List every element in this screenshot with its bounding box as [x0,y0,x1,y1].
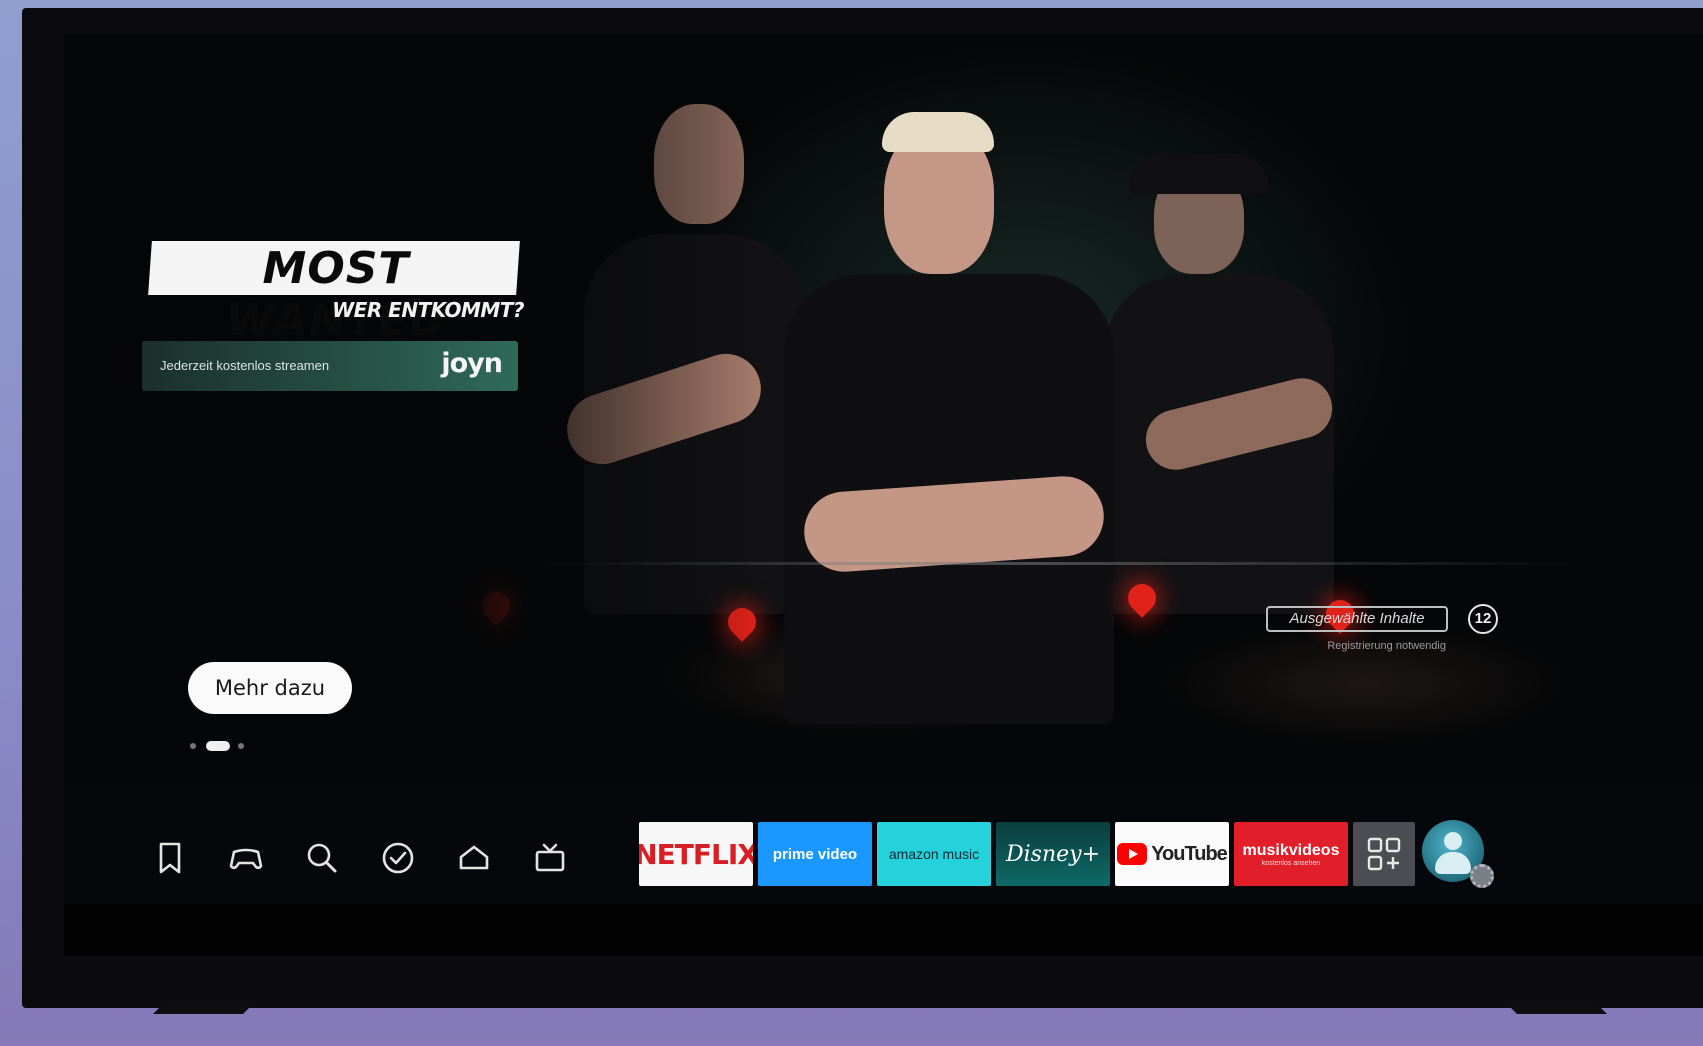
bottom-navigation: NETFLIX prime video amazon music Disney+… [64,784,1703,904]
promo-text: Jederzeit kostenlos streamen [160,358,330,373]
disney-plus-logo: Disney+ [1005,841,1100,867]
tv-icon[interactable] [530,838,570,878]
bookmark-icon[interactable] [150,838,190,878]
app-tile-amazon-music[interactable]: amazon music [877,822,991,886]
app-tile-youtube[interactable]: YouTube [1115,822,1229,886]
more-info-button[interactable]: Mehr dazu [188,662,352,714]
app-tile-musikvideos[interactable]: musikvideos kostenlos ansehen [1234,822,1348,886]
profile-body [1435,852,1471,874]
tv-stand-right [1503,1000,1607,1014]
tv-stand-left [153,1000,257,1014]
youtube-logo: YouTube [1151,842,1228,865]
search-icon[interactable] [302,838,342,878]
featured-content-badge: Ausgewählte Inhalte [1266,606,1448,632]
screen-bottom-strip [64,904,1703,956]
amazon-music-logo: amazon music [888,846,980,862]
registration-note: Registrierung notwendig [1327,640,1446,652]
show-title: MOST WANTED [225,243,447,346]
netflix-logo: NETFLIX [639,837,753,871]
app-tile-netflix[interactable]: NETFLIX [639,822,753,886]
carousel-dot[interactable] [190,743,196,749]
prime-video-logo: prime video [772,845,858,863]
gamepad-icon[interactable] [226,838,266,878]
app-tile-prime-video[interactable]: prime video [758,822,872,886]
app-tile-disney-plus[interactable]: Disney+ [996,822,1110,886]
check-circle-icon[interactable] [378,838,418,878]
carousel-dot[interactable] [238,743,244,749]
profile-head [1444,832,1462,850]
tv-screen: MOST WANTED WER ENTKOMMT? Jederzeit kost… [64,34,1703,956]
promo-bar: Jederzeit kostenlos streamen joyn [142,341,518,391]
gear-icon[interactable] [1470,864,1494,888]
apps-grid-plus-icon[interactable] [1353,822,1415,886]
musikvideos-tagline: kostenlos ansehen [1261,859,1321,867]
youtube-play-icon [1117,843,1148,865]
carousel-dot-active[interactable] [206,741,230,751]
age-rating-badge: 12 [1468,604,1498,634]
joyn-logo: joyn [441,348,503,379]
tv-frame: MOST WANTED WER ENTKOMMT? Jederzeit kost… [22,8,1703,1008]
musikvideos-logo: musikvideos [1242,841,1340,859]
show-subtitle: WER ENTKOMMT? [332,298,524,322]
hero-left-fade [64,34,764,814]
home-icon[interactable] [454,838,494,878]
